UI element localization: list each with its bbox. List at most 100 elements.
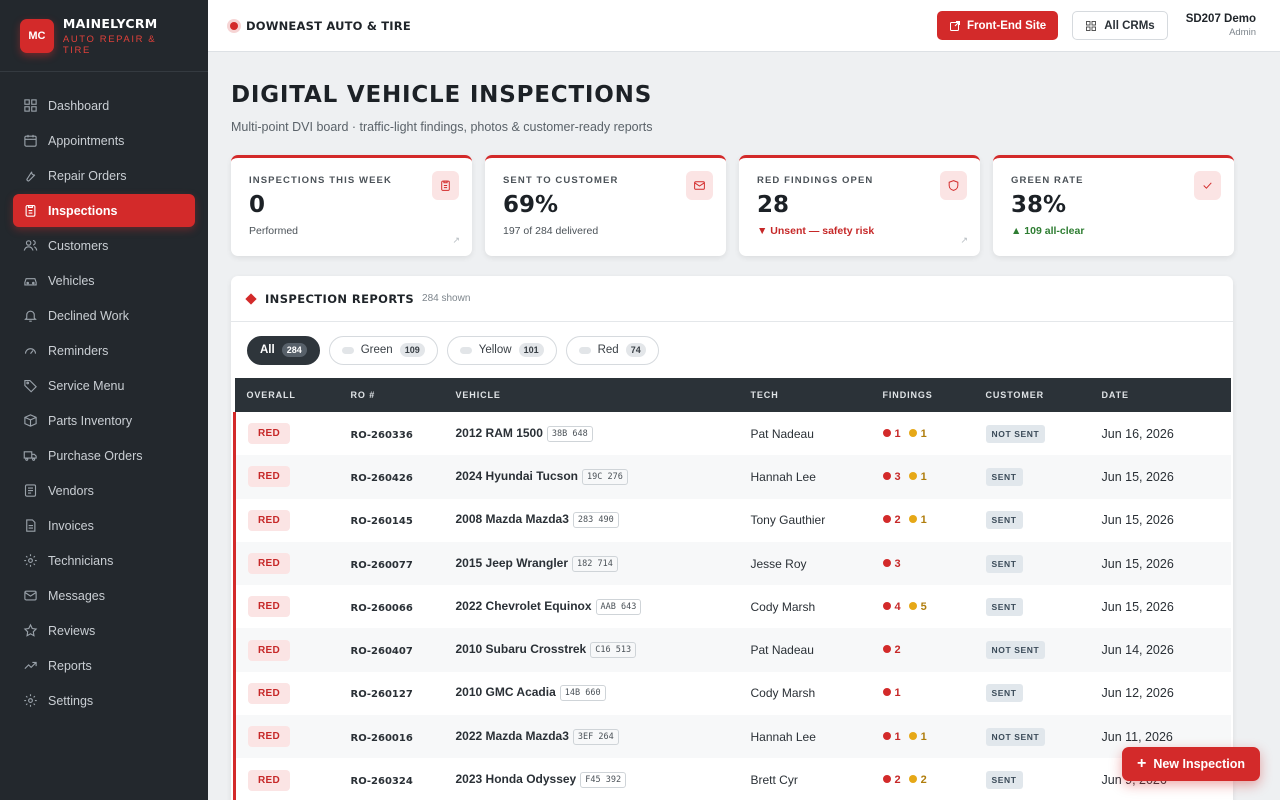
vehicle-cell: 2023 Honda Odyssey F45 392 [456, 758, 751, 800]
vehicle-name: 2010 Subaru Crosstrek [455, 642, 587, 657]
column-header-findings[interactable]: FINDINGS [883, 378, 986, 412]
check-icon [1203, 182, 1212, 189]
sidebar-item-repair-orders[interactable]: Repair Orders [13, 159, 195, 192]
filter-count: 109 [399, 343, 425, 357]
sidebar-item-invoices[interactable]: Invoices [13, 509, 195, 542]
sidebar-item-label: Parts Inventory [48, 413, 133, 428]
ro-number[interactable]: RO-260426 [351, 473, 413, 484]
filter-red[interactable]: Red 74 [565, 335, 659, 365]
overall-cell: RED [235, 542, 351, 585]
sidebar-item-reminders[interactable]: Reminders [13, 334, 195, 367]
date-cell: Jun 14, 2026 [1101, 643, 1174, 658]
column-header-ro[interactable]: RO # [351, 378, 456, 412]
wrench-icon [26, 171, 36, 182]
table-row[interactable]: RED RO-260016 2022 Mazda Mazda3 3EF 264 Hann… [234, 715, 1231, 759]
red-finding-dot-icon [882, 688, 891, 697]
yellow-finding-count: 5 [920, 600, 927, 613]
sidebar-item-purchase-orders[interactable]: Purchase Orders [13, 439, 195, 472]
sidebar-item-reviews[interactable]: Reviews [13, 614, 195, 647]
sidebar-item-vehicles[interactable]: Vehicles [13, 264, 195, 297]
table-row[interactable]: RED RO-260145 2008 Mazda Mazda3 283 490 Tony… [234, 498, 1232, 542]
stat-card-icon-badge [432, 171, 459, 200]
overall-badge: RED [248, 466, 291, 488]
stat-card[interactable]: GREEN RATE 38% ▲ 109 all-clear [993, 155, 1234, 256]
ro-cell: RO-260324 [351, 758, 456, 800]
customer-status-badge: SENT [985, 511, 1023, 530]
column-header-customer[interactable]: CUSTOMER [986, 378, 1102, 412]
vehicle-name: 2023 Honda Odyssey [455, 772, 577, 787]
column-header-tech[interactable]: TECH [751, 378, 883, 412]
user-menu[interactable]: SD207 Demo Admin [1186, 13, 1256, 38]
toggle-swatch-icon [341, 346, 354, 354]
customer-status-badge: SENT [985, 684, 1023, 703]
table-row[interactable]: RED RO-260066 2022 Chevrolet Equinox AAB 64… [234, 585, 1232, 629]
yellow-finding-count: 1 [920, 730, 927, 743]
ro-number[interactable]: RO-260016 [351, 733, 413, 744]
overall-cell: RED [235, 672, 351, 715]
shop-selector[interactable]: DOWNEAST AUTO & TIRE [230, 19, 411, 33]
sidebar-item-vendors[interactable]: Vendors [13, 474, 195, 507]
sidebar-item-declined-work[interactable]: Declined Work [13, 299, 195, 332]
list-icon [24, 484, 37, 497]
expand-arrow-icon[interactable]: ↗ [960, 235, 968, 246]
filter-count: 284 [281, 343, 307, 357]
sidebar-item-parts-inventory[interactable]: Parts Inventory [13, 404, 195, 437]
ro-cell: RO-260426 [351, 455, 456, 498]
sidebar-item-label: Reminders [48, 343, 109, 358]
main-content: DIGITAL VEHICLE INSPECTIONS Multi-point … [208, 52, 1280, 800]
overall-badge: RED [248, 639, 291, 661]
filter-all[interactable]: All 284 [247, 335, 320, 365]
ro-number[interactable]: RO-260407 [351, 646, 413, 657]
column-header-overall[interactable]: OVERALL [235, 378, 351, 412]
ro-number[interactable]: RO-260066 [351, 603, 413, 614]
table-row[interactable]: RED RO-260324 2023 Honda Odyssey F45 392 Bre… [234, 758, 1232, 800]
table-row[interactable]: RED RO-260407 2010 Subaru Crosstrek C16 513… [234, 628, 1231, 672]
sidebar-item-technicians[interactable]: Technicians [13, 544, 195, 577]
new-inspection-button[interactable]: + New Inspection [1121, 747, 1260, 781]
sidebar-item-settings[interactable]: Settings [13, 684, 195, 717]
stat-card-label: GREEN RATE [1011, 175, 1084, 186]
table-row[interactable]: RED RO-260127 2010 GMC Acadia 14B 660 Cody M… [234, 671, 1232, 716]
date-cell: Jun 15, 2026 [1101, 599, 1174, 614]
vehicle-cell: 2024 Hyundai Tucson 19C 276 [456, 455, 751, 498]
sidebar-item-customers[interactable]: Customers [13, 229, 195, 262]
reports-count: 284 shown [422, 293, 471, 304]
tech-cell: Tony Gauthier [750, 513, 826, 528]
stat-card-icon-badge [940, 171, 967, 200]
all-crms-button[interactable]: All CRMs [1072, 11, 1168, 40]
ro-number[interactable]: RO-260127 [351, 689, 413, 700]
stat-card-note: ▼ Unsent — safety risk [757, 225, 875, 237]
customer-cell: NOT SENT [985, 628, 1102, 671]
sidebar-item-service-menu[interactable]: Service Menu [13, 369, 195, 402]
sidebar-item-appointments[interactable]: Appointments [13, 124, 195, 157]
plus-icon: + [1136, 755, 1147, 772]
ro-number[interactable]: RO-260336 [351, 430, 413, 441]
front-end-site-button[interactable]: Front-End Site [936, 11, 1059, 40]
stat-card[interactable]: RED FINDINGS OPEN 28 ▼ Unsent — safety ris… [739, 155, 980, 256]
column-header-date[interactable]: DATE [1102, 378, 1232, 412]
filter-green[interactable]: Green 109 [328, 335, 438, 365]
sidebar-item-reports[interactable]: Reports [13, 649, 195, 682]
table-row[interactable]: RED RO-260336 2012 RAM 1500 38B 648 Pat Nade… [234, 412, 1232, 456]
brand[interactable]: MC MAINELYCRM AUTO REPAIR & TIRE [0, 0, 208, 72]
sidebar-item-inspections[interactable]: Inspections [13, 194, 195, 227]
table-row[interactable]: RED RO-260077 2015 Jeep Wrangler 182 714 Jes… [234, 541, 1231, 586]
ro-number[interactable]: RO-260145 [351, 516, 413, 527]
stat-card[interactable]: SENT TO CUSTOMER 69% 197 of 284 delivered [485, 155, 726, 256]
column-header-vehicle[interactable]: VEHICLE [456, 378, 751, 412]
sidebar-item-dashboard[interactable]: Dashboard [13, 89, 195, 122]
yellow-finding-dot-icon [908, 775, 917, 784]
stat-card[interactable]: INSPECTIONS THIS WEEK 0 Performed ↗ [231, 155, 472, 256]
expand-arrow-icon[interactable]: ↗ [452, 235, 460, 246]
filter-yellow[interactable]: Yellow 101 [446, 335, 557, 365]
sidebar-item-label: Dashboard [48, 98, 110, 113]
external-link-icon [949, 20, 960, 31]
ro-number[interactable]: RO-260077 [351, 560, 413, 571]
vehicle-name: 2022 Mazda Mazda3 [455, 728, 569, 743]
ro-number[interactable]: RO-260324 [351, 776, 413, 787]
filter-label: Yellow [478, 344, 512, 356]
stat-card-label: SENT TO CUSTOMER [503, 175, 619, 186]
table-row[interactable]: RED RO-260426 2024 Hyundai Tucson 19C 276 Ha… [234, 455, 1231, 499]
sidebar-item-messages[interactable]: Messages [13, 579, 195, 612]
users-icon [23, 239, 38, 251]
